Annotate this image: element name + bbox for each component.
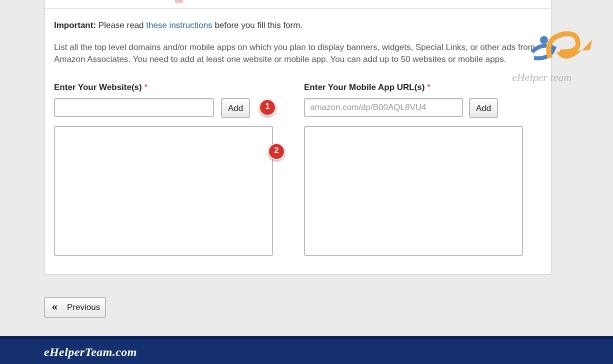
previous-label: Previous <box>67 302 101 312</box>
add-website-button[interactable]: Add <box>221 98 250 118</box>
required-mark: * <box>144 82 148 92</box>
add-mobile-app-button[interactable]: Add <box>469 98 498 118</box>
top-error-fragment <box>175 0 183 3</box>
website-input[interactable] <box>54 98 214 117</box>
mobile-label-text: Enter Your Mobile App URL(s) <box>304 82 425 92</box>
previous-button[interactable]: « Previous <box>44 297 106 318</box>
important-text-before: Please read <box>98 20 144 30</box>
mobile-app-input[interactable]: amazon.com/dp/B00AQL8VU4 <box>304 98 463 117</box>
footer-brand: eHelperTeam.com <box>44 345 137 359</box>
footer-banner: eHelperTeam.com <box>0 336 613 364</box>
annotation-badge-1: 1 <box>259 99 276 116</box>
required-mark: * <box>427 82 431 92</box>
website-list[interactable] <box>54 126 273 256</box>
divider <box>45 8 551 9</box>
website-label: Enter Your Website(s) * <box>54 82 148 92</box>
website-label-text: Enter Your Website(s) <box>54 82 142 92</box>
important-label: Important: <box>54 20 97 30</box>
description-line-2: Amazon Associates. You need to add at le… <box>54 54 507 64</box>
annotation-badge-2: 2 <box>268 143 285 160</box>
mobile-app-list[interactable] <box>304 126 523 256</box>
double-chevron-left-icon: « <box>52 302 58 313</box>
watermark-text: eHelper team <box>512 72 572 84</box>
description-line-1: List all the top level domains and/or mo… <box>54 42 535 52</box>
important-notice: Important: Please read these instruction… <box>54 20 303 31</box>
mobile-label: Enter Your Mobile App URL(s) * <box>304 82 430 92</box>
instructions-link[interactable]: these instructions <box>146 20 212 30</box>
important-text-after: before you fill this form. <box>214 20 303 30</box>
form-panel: Important: Please read these instruction… <box>44 0 552 275</box>
